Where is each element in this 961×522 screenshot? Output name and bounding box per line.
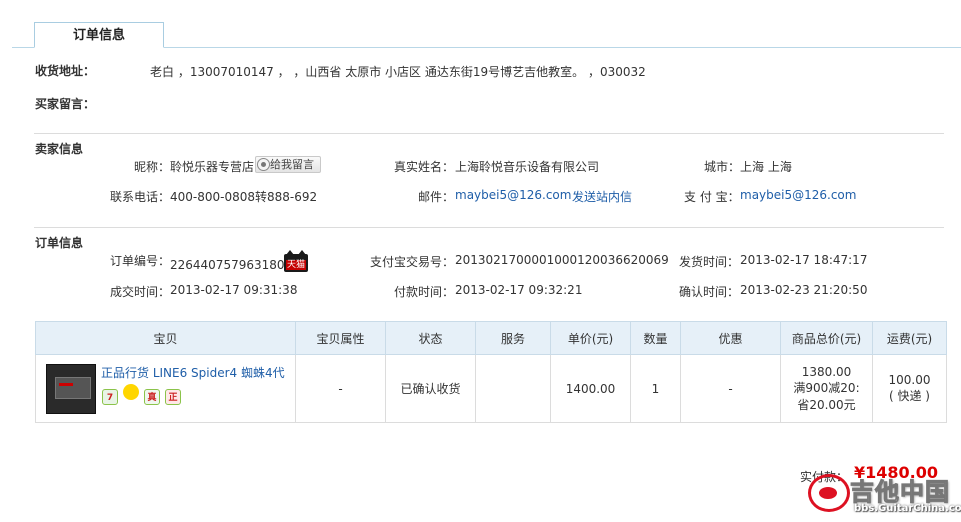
alipay-trade-no-label: 支付宝交易号：	[370, 255, 455, 269]
seller-alipay-label: 支 付 宝：	[684, 190, 740, 204]
order-items-table: 宝贝 宝贝属性 状态 服务 单价(元) 数量 优惠 商品总价(元) 运费(元) …	[35, 321, 947, 423]
product-title-link[interactable]: 正品行货 LINE6 Spider4 蜘蛛4代	[101, 364, 285, 381]
deal-time-value: 2013-02-17 09:31:38	[170, 283, 298, 297]
cell-attr: -	[295, 354, 386, 423]
guitar-logo-icon	[808, 474, 850, 512]
divider	[34, 133, 944, 134]
tab-order-info[interactable]: 订单信息	[34, 22, 164, 48]
alipay-trade-no-value: 2013021700001000120036620069	[455, 253, 669, 267]
seller-phone-value: 400-800-0808转888-692	[170, 190, 318, 204]
col-header-status: 状态	[385, 321, 476, 355]
tmall-badge-label: 天猫	[286, 260, 307, 270]
order-no-label: 订单编号：	[110, 254, 171, 268]
seller-alipay-link[interactable]: maybei5@126.com	[740, 188, 856, 202]
watermark-en: bbs.GuitarChina.com	[854, 503, 961, 514]
cell-quantity: 1	[630, 354, 681, 423]
col-header-shipping: 运费(元)	[872, 321, 947, 355]
col-header-service: 服务	[475, 321, 551, 355]
cell-status: 已确认收货	[385, 354, 476, 423]
message-icon	[257, 158, 270, 171]
seller-realname-label: 真实姓名：	[394, 160, 455, 174]
seven-day-return-icon[interactable]: 7	[102, 389, 118, 405]
seller-nick-value: 聆悦乐器专营店	[170, 160, 255, 174]
leave-message-button[interactable]: 给我留言	[255, 156, 321, 173]
site-watermark: 吉他中国 bbs.GuitarChina.com	[808, 470, 961, 518]
table-row: 正品行货 LINE6 Spider4 蜘蛛4代 7 真正 - 已确认收货 1400…	[35, 354, 947, 423]
watermark-cn: 吉他中国	[850, 478, 950, 507]
seller-city-value: 上海 上海	[740, 160, 792, 174]
cell-unit-price: 1400.00	[550, 354, 631, 423]
pay-time-value: 2013-02-17 09:32:21	[455, 283, 583, 297]
leave-message-label: 给我留言	[270, 158, 314, 171]
tab-bar: 订单信息	[0, 0, 961, 48]
seller-mail-label: 邮件：	[418, 190, 455, 204]
confirm-time-label: 确认时间：	[679, 285, 740, 299]
tmall-icon[interactable]: 天猫	[284, 250, 308, 272]
pay-time-label: 付款时间：	[394, 285, 455, 299]
cell-shipping: 100.00 ( 快递 )	[872, 354, 947, 423]
seller-nick-label: 昵称：	[134, 160, 171, 174]
buyer-message-label: 买家留言：	[35, 97, 96, 111]
product-thumbnail[interactable]	[46, 364, 96, 414]
cell-item: 正品行货 LINE6 Spider4 蜘蛛4代 7 真正	[35, 354, 296, 423]
promo-rule: 满900减20:	[793, 380, 860, 395]
seller-phone-label: 联系电话：	[110, 190, 171, 204]
seller-city-label: 城市：	[704, 160, 741, 174]
table-header-row: 宝贝 宝贝属性 状态 服务 单价(元) 数量 优惠 商品总价(元) 运费(元)	[35, 321, 947, 355]
cell-total: 1380.00 满900减20: 省20.00元	[780, 354, 873, 423]
seller-mail-link[interactable]: maybei5@126.com	[455, 188, 571, 202]
col-header-unit-price: 单价(元)	[550, 321, 631, 355]
genuine-icon[interactable]: 真	[144, 389, 160, 405]
col-header-item: 宝贝	[35, 321, 296, 355]
send-site-message-link[interactable]: 发送站内信	[572, 188, 632, 205]
cell-discount: -	[680, 354, 781, 423]
shipping-address-label: 收货地址：	[35, 64, 96, 78]
order-no-value: 226440757963180	[170, 258, 285, 272]
authentic-icon[interactable]: 正	[165, 389, 181, 405]
service-badges: 7 真正	[102, 384, 186, 405]
ship-time-value: 2013-02-17 18:47:17	[740, 253, 868, 267]
cell-service	[475, 354, 551, 423]
order-section-title: 订单信息	[35, 236, 84, 250]
col-header-attr: 宝贝属性	[295, 321, 386, 355]
promo-saving: 省20.00元	[797, 397, 856, 412]
deal-time-label: 成交时间：	[110, 285, 171, 299]
shipping-address-value: 老白 ，13007010147 ， ，山西省 太原市 小店区 通达东街19号博艺…	[150, 65, 646, 79]
confirm-time-value: 2013-02-23 21:20:50	[740, 283, 868, 297]
shipping-method: ( 快递 )	[889, 389, 930, 403]
shipping-fee: 100.00	[888, 373, 931, 387]
total-amount: 1380.00	[801, 364, 852, 379]
seller-realname-value: 上海聆悦音乐设备有限公司	[455, 160, 600, 174]
divider	[34, 227, 944, 228]
seller-section-title: 卖家信息	[35, 142, 84, 156]
col-header-total: 商品总价(元)	[780, 321, 873, 355]
ship-time-label: 发货时间：	[679, 255, 740, 269]
col-header-discount: 优惠	[680, 321, 781, 355]
col-header-quantity: 数量	[630, 321, 681, 355]
gold-coin-icon[interactable]	[123, 384, 139, 400]
